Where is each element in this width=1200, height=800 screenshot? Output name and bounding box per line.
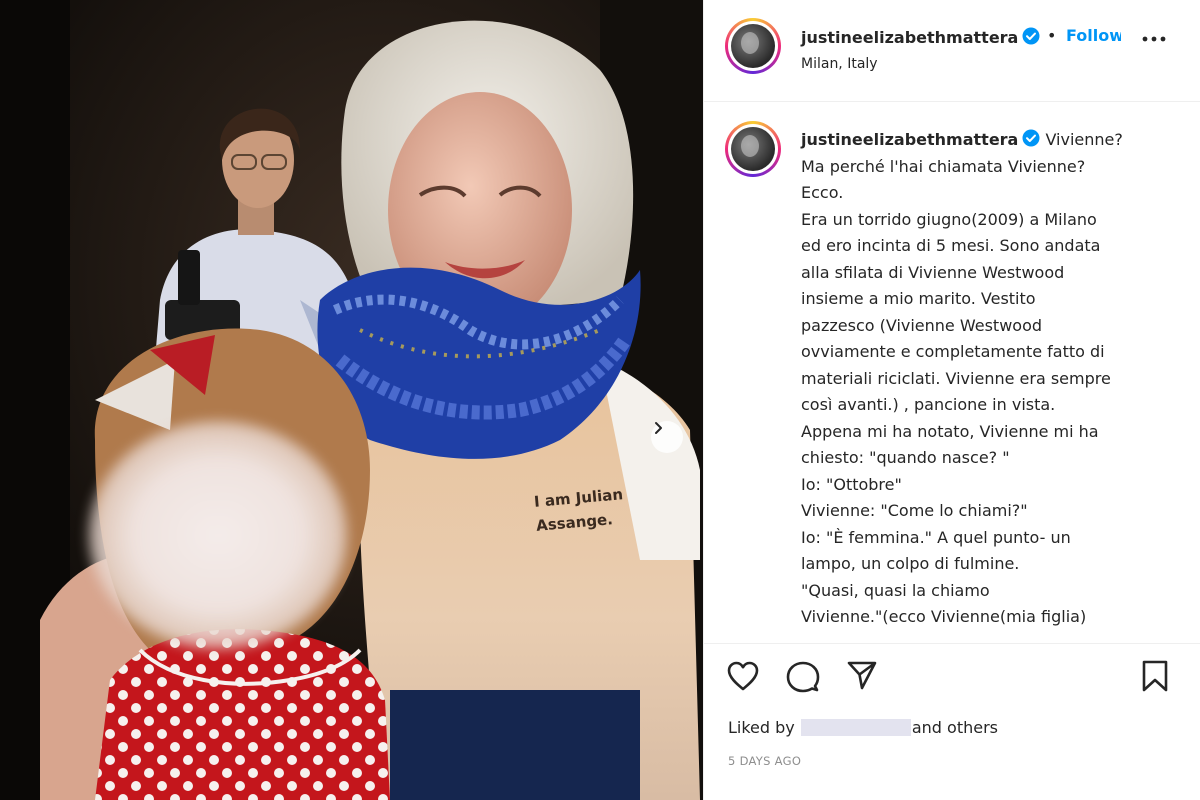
caption-line: pazzesco (Vivienne Westwood bbox=[801, 315, 1043, 335]
caption-line: Vivienne: "Come lo chiami?" bbox=[801, 501, 1028, 520]
caption-line: Vivienne."(ecco Vivienne(mia figlia) bbox=[801, 607, 1087, 626]
caption-line: Vivienne? bbox=[1045, 130, 1123, 149]
caption-line: alla sfilata di Vivienne Westwood bbox=[801, 262, 1065, 282]
post-location[interactable]: Milan, Italy bbox=[801, 56, 878, 72]
verified-badge-icon bbox=[1022, 27, 1040, 45]
caption-line: materiali riciclati. Vivienne era sempre bbox=[801, 368, 1111, 388]
caption-line: "Quasi, quasi la chiamo bbox=[801, 580, 990, 600]
chevron-right-icon bbox=[655, 422, 662, 434]
caption-text: justineelizabethmattera Vivienne? Ma per… bbox=[801, 127, 1146, 631]
caption-line: Io: "È femmina." A quel punto- un bbox=[801, 527, 1071, 547]
author-username[interactable]: justineelizabethmattera bbox=[801, 28, 1018, 47]
bookmark-icon[interactable] bbox=[1140, 659, 1170, 693]
blurred-face bbox=[88, 420, 348, 650]
liked-by-prefix: Liked by bbox=[728, 718, 795, 737]
caption-section: justineelizabethmattera Vivienne? Ma per… bbox=[704, 103, 1200, 643]
share-icon[interactable] bbox=[846, 659, 878, 691]
post-photo[interactable]: I am Julian Assange. bbox=[0, 0, 703, 800]
caption-author-avatar[interactable] bbox=[725, 121, 781, 177]
post-header: justineelizabethmattera • Follow Milan, … bbox=[704, 0, 1200, 102]
shirt-print-text: I am Julian Assange. bbox=[533, 482, 626, 538]
caption-line: ed ero incinta di 5 mesi. Sono andata bbox=[801, 236, 1101, 255]
likes-summary[interactable]: Liked by and others bbox=[728, 718, 998, 737]
caption-username[interactable]: justineelizabethmattera bbox=[801, 130, 1018, 149]
photo-scene bbox=[0, 0, 703, 800]
caption-line: ovviamente e completamente fatto di bbox=[801, 342, 1105, 361]
post-timestamp[interactable]: 5 DAYS AGO bbox=[728, 754, 801, 768]
header-separator: • bbox=[1047, 26, 1057, 45]
carousel-next-button[interactable] bbox=[651, 421, 683, 453]
author-username-row: justineelizabethmattera bbox=[801, 27, 1040, 47]
post-actions: Liked by and others 5 DAYS AGO bbox=[704, 643, 1200, 800]
caption-line: Era un torrido giugno(2009) a Milano bbox=[801, 209, 1097, 229]
caption-line: Ecco. bbox=[801, 183, 844, 202]
comment-icon[interactable] bbox=[786, 660, 820, 694]
caption-line: chiesto: "quando nasce? " bbox=[801, 448, 1010, 467]
caption-line: insieme a mio marito. Vestito bbox=[801, 289, 1036, 308]
author-avatar[interactable] bbox=[725, 18, 781, 74]
caption-line: lampo, un colpo di fulmine. bbox=[801, 554, 1020, 573]
redacted-username bbox=[800, 719, 911, 736]
caption-line: Appena mi ha notato, Vivienne mi ha bbox=[801, 421, 1099, 441]
caption-line: Io: "Ottobre" bbox=[801, 474, 902, 494]
verified-badge-icon bbox=[1022, 129, 1040, 147]
caption-line: così avanti.) , pancione in vista. bbox=[801, 395, 1056, 414]
follow-button[interactable]: Follow bbox=[1066, 26, 1121, 45]
caption-line: Ma perché l'hai chiamata Vivienne? bbox=[801, 156, 1086, 176]
post-side-panel: justineelizabethmattera • Follow Milan, … bbox=[703, 0, 1200, 800]
heart-icon[interactable] bbox=[726, 660, 760, 692]
more-horizontal-icon[interactable] bbox=[1142, 36, 1166, 42]
liked-by-suffix: and others bbox=[911, 718, 999, 737]
